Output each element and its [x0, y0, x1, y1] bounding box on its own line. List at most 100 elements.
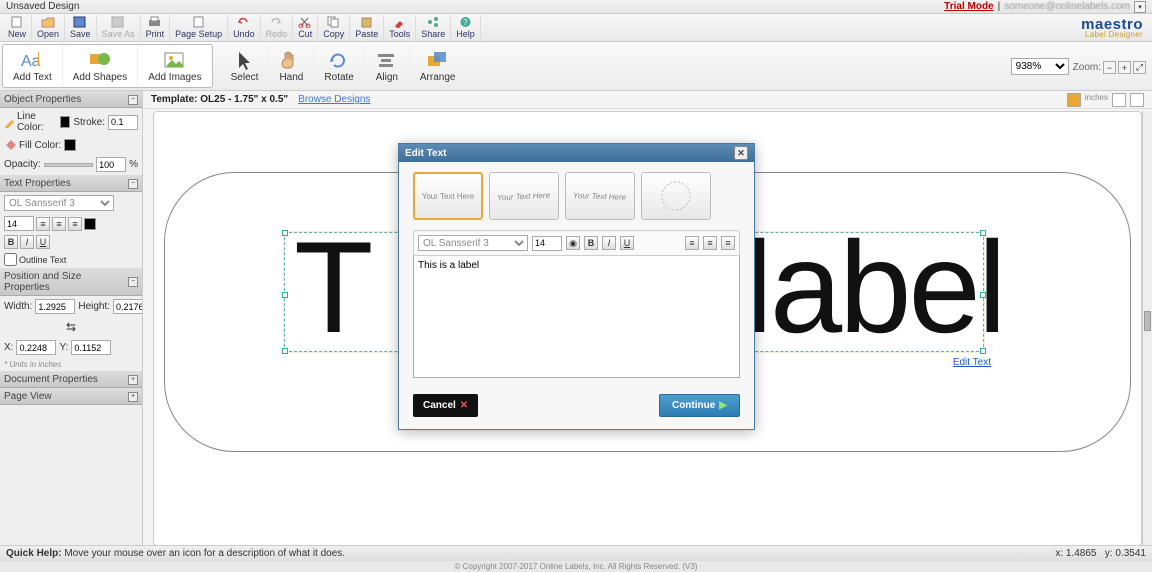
height-input[interactable] — [113, 299, 143, 314]
expand-icon[interactable]: + — [128, 375, 138, 385]
lock-aspect-icon[interactable]: ⇆ — [66, 320, 76, 334]
italic-button[interactable]: I — [20, 235, 34, 249]
help-button[interactable]: ?Help — [451, 15, 481, 41]
outline-checkbox[interactable] — [4, 253, 17, 266]
zoom-select[interactable]: 938% — [1011, 58, 1069, 75]
tools-button[interactable]: Tools — [384, 15, 416, 41]
document-props-header[interactable]: Document Properties+ — [0, 371, 142, 388]
dialog-align-center-button[interactable]: ≡ — [703, 236, 717, 250]
dialog-font-select[interactable]: OL Sansserif 3 — [418, 235, 528, 251]
zoom-in-button[interactable]: + — [1118, 61, 1131, 74]
save-button[interactable]: Save — [65, 15, 97, 41]
bold-button[interactable]: B — [4, 235, 18, 249]
width-input[interactable] — [35, 299, 75, 314]
arrange-tool[interactable]: Arrange — [410, 44, 466, 88]
svg-text:?: ? — [463, 18, 468, 27]
print-icon — [148, 16, 162, 28]
pageview-header[interactable]: Page View+ — [0, 388, 142, 405]
zoom-out-button[interactable]: − — [1103, 61, 1116, 74]
fillcolor-label: Fill Color: — [19, 140, 61, 151]
textcolor-swatch[interactable] — [84, 218, 96, 230]
resize-handle[interactable] — [282, 230, 288, 236]
position-props-header[interactable]: Position and Size Properties− — [0, 268, 142, 296]
add-images-button[interactable]: Add Images — [138, 45, 211, 87]
trial-mode-link[interactable]: Trial Mode — [944, 1, 993, 12]
edit-text-dialog: Edit Text ✕ Your Text Here Your Text Her… — [398, 143, 755, 430]
zoom-fit-button[interactable]: ⤢ — [1133, 61, 1146, 74]
canvas-text-right: label — [744, 212, 1004, 362]
text-style-circle[interactable] — [641, 172, 711, 220]
text-style-arcup[interactable]: Your Text Here — [489, 172, 559, 220]
units-note: * Units in inches — [0, 358, 142, 371]
fontsize-input[interactable] — [4, 216, 34, 231]
align-tool[interactable]: Align — [365, 44, 410, 88]
opacity-input[interactable] — [96, 157, 126, 172]
copy-button[interactable]: Copy — [318, 15, 350, 41]
new-button[interactable]: New — [3, 15, 32, 41]
dialog-align-right-button[interactable]: ≡ — [721, 236, 735, 250]
dialog-header[interactable]: Edit Text ✕ — [399, 144, 754, 162]
cancel-button[interactable]: Cancel✕ — [413, 394, 478, 417]
align-center-button[interactable]: ≡ — [52, 217, 66, 231]
dialog-textcolor-button[interactable]: ◉ — [566, 236, 580, 250]
stroke-input[interactable] — [108, 115, 138, 130]
share-button[interactable]: Share — [416, 15, 451, 41]
align-left-button[interactable]: ≡ — [36, 217, 50, 231]
rotate-tool[interactable]: Rotate — [314, 44, 364, 88]
dialog-bold-button[interactable]: B — [584, 236, 598, 250]
y-input[interactable] — [71, 340, 111, 355]
dialog-text-toolbar: OL Sansserif 3 ◉ B I U ≡ ≡ ≡ — [413, 230, 740, 256]
collapse-icon[interactable]: − — [128, 95, 138, 105]
dialog-underline-button[interactable]: U — [620, 236, 634, 250]
main-toolbar: New Open Save Save As Print Page Setup U… — [0, 14, 1152, 42]
collapse-icon[interactable]: − — [128, 277, 138, 287]
hand-icon — [279, 50, 303, 70]
left-panel: Object Properties− Line Color:Stroke: Fi… — [0, 91, 143, 556]
select-tool[interactable]: Select — [221, 44, 270, 88]
scrollbar-vertical[interactable] — [1142, 111, 1152, 546]
dialog-close-button[interactable]: ✕ — [734, 146, 748, 160]
expand-icon[interactable]: + — [128, 392, 138, 402]
dialog-textarea[interactable] — [418, 260, 735, 373]
text-style-options: Your Text Here Your Text Here Your Text … — [399, 162, 754, 230]
tools-icon — [393, 16, 407, 28]
hand-tool[interactable]: Hand — [269, 44, 314, 88]
print-button[interactable]: Print — [141, 15, 171, 41]
dialog-align-left-button[interactable]: ≡ — [685, 236, 699, 250]
x-input[interactable] — [16, 340, 56, 355]
browse-designs-link[interactable]: Browse Designs — [298, 94, 370, 105]
dialog-fontsize-input[interactable] — [532, 236, 562, 251]
scroll-thumb[interactable] — [1144, 311, 1151, 331]
align-right-button[interactable]: ≡ — [68, 217, 82, 231]
brand-logo: maestro Label Designer — [1081, 16, 1149, 39]
linecolor-swatch[interactable] — [60, 116, 70, 128]
opacity-slider[interactable] — [44, 163, 93, 167]
dialog-italic-button[interactable]: I — [602, 236, 616, 250]
fillcolor-swatch[interactable] — [64, 139, 76, 151]
text-props-header[interactable]: Text Properties− — [0, 175, 142, 192]
quickhelp-label: Quick Help: — [6, 548, 62, 559]
paste-button[interactable]: Paste — [350, 15, 384, 41]
add-text-button[interactable]: AaAdd Text — [3, 45, 63, 87]
continue-button[interactable]: Continue▶ — [659, 394, 740, 417]
template-name: OL25 - 1.75" x 0.5" — [200, 94, 288, 105]
text-style-straight[interactable]: Your Text Here — [413, 172, 483, 220]
resize-handle[interactable] — [282, 292, 288, 298]
collapse-icon[interactable]: − — [128, 179, 138, 189]
redo-icon — [269, 16, 283, 28]
object-props-header[interactable]: Object Properties− — [0, 91, 142, 108]
edit-text-link[interactable]: Edit Text — [953, 357, 991, 368]
account-dropdown[interactable]: ▾ — [1134, 1, 1146, 13]
ruler-inches-icon[interactable] — [1067, 93, 1081, 107]
resize-handle[interactable] — [282, 348, 288, 354]
pagesetup-button[interactable]: Page Setup — [170, 15, 228, 41]
underline-button[interactable]: U — [36, 235, 50, 249]
undo-button[interactable]: Undo — [228, 15, 261, 41]
cut-button[interactable]: Cut — [293, 15, 318, 41]
grid-toggle-icon[interactable] — [1130, 93, 1144, 107]
text-style-wave[interactable]: Your Text Here — [565, 172, 635, 220]
open-button[interactable]: Open — [32, 15, 65, 41]
ruler-toggle-icon[interactable] — [1112, 93, 1126, 107]
add-shapes-button[interactable]: Add Shapes — [63, 45, 139, 87]
font-select[interactable]: OL Sansserif 3 — [4, 195, 114, 211]
